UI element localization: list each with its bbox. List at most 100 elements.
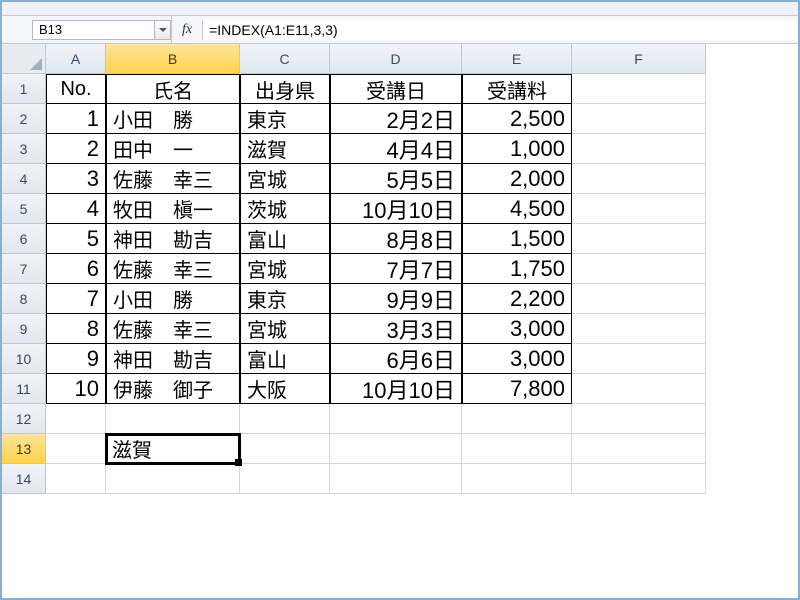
cell-C13[interactable] <box>240 434 330 464</box>
cell-D3[interactable]: 4月4日 <box>330 134 462 164</box>
fx-icon[interactable]: fx <box>178 22 196 38</box>
cell-F1[interactable] <box>572 74 706 104</box>
column-header-F[interactable]: F <box>572 44 706 74</box>
row-header-11[interactable]: 11 <box>2 374 46 404</box>
cell-F9[interactable] <box>572 314 706 344</box>
cell-B5[interactable]: 牧田 槇一 <box>106 194 240 224</box>
name-box-dropdown[interactable] <box>155 20 171 40</box>
cell-E3[interactable]: 1,000 <box>462 134 572 164</box>
column-header-D[interactable]: D <box>330 44 462 74</box>
cell-E1[interactable]: 受講料 <box>462 74 572 104</box>
cell-B11[interactable]: 伊藤 御子 <box>106 374 240 404</box>
cell-C12[interactable] <box>240 404 330 434</box>
cell-A7[interactable]: 6 <box>46 254 106 284</box>
cell-F6[interactable] <box>572 224 706 254</box>
cell-C6[interactable]: 富山 <box>240 224 330 254</box>
cell-D2[interactable]: 2月2日 <box>330 104 462 134</box>
cell-C1[interactable]: 出身県 <box>240 74 330 104</box>
cell-D12[interactable] <box>330 404 462 434</box>
cell-C10[interactable]: 富山 <box>240 344 330 374</box>
cell-D9[interactable]: 3月3日 <box>330 314 462 344</box>
cell-B13[interactable]: 滋賀 <box>106 434 240 464</box>
cell-F10[interactable] <box>572 344 706 374</box>
column-header-E[interactable]: E <box>462 44 572 74</box>
cell-D6[interactable]: 8月8日 <box>330 224 462 254</box>
cell-A11[interactable]: 10 <box>46 374 106 404</box>
row-header-14[interactable]: 14 <box>2 464 46 494</box>
row-header-12[interactable]: 12 <box>2 404 46 434</box>
cell-C5[interactable]: 茨城 <box>240 194 330 224</box>
cell-D5[interactable]: 10月10日 <box>330 194 462 224</box>
cell-C2[interactable]: 東京 <box>240 104 330 134</box>
cell-D1[interactable]: 受講日 <box>330 74 462 104</box>
column-header-A[interactable]: A <box>46 44 106 74</box>
cell-A3[interactable]: 2 <box>46 134 106 164</box>
cell-A14[interactable] <box>46 464 106 494</box>
column-header-C[interactable]: C <box>240 44 330 74</box>
cell-E2[interactable]: 2,500 <box>462 104 572 134</box>
cell-D11[interactable]: 10月10日 <box>330 374 462 404</box>
cell-A1[interactable]: No. <box>46 74 106 104</box>
select-all-corner[interactable] <box>2 44 46 74</box>
cell-E7[interactable]: 1,750 <box>462 254 572 284</box>
cell-D13[interactable] <box>330 434 462 464</box>
cell-A4[interactable]: 3 <box>46 164 106 194</box>
cell-E14[interactable] <box>462 464 572 494</box>
row-header-5[interactable]: 5 <box>2 194 46 224</box>
cell-F2[interactable] <box>572 104 706 134</box>
cell-B6[interactable]: 神田 勘吉 <box>106 224 240 254</box>
cell-A8[interactable]: 7 <box>46 284 106 314</box>
cell-D8[interactable]: 9月9日 <box>330 284 462 314</box>
row-header-1[interactable]: 1 <box>2 74 46 104</box>
cell-A9[interactable]: 8 <box>46 314 106 344</box>
cell-D14[interactable] <box>330 464 462 494</box>
cell-A5[interactable]: 4 <box>46 194 106 224</box>
cell-F3[interactable] <box>572 134 706 164</box>
cell-B8[interactable]: 小田 勝 <box>106 284 240 314</box>
cell-B1[interactable]: 氏名 <box>106 74 240 104</box>
cell-F13[interactable] <box>572 434 706 464</box>
cell-F12[interactable] <box>572 404 706 434</box>
cell-E11[interactable]: 7,800 <box>462 374 572 404</box>
cell-A12[interactable] <box>46 404 106 434</box>
spreadsheet-grid[interactable]: ABCDEF1No.氏名出身県受講日受講料21小田 勝東京2月2日2,50032… <box>2 44 798 494</box>
cell-B3[interactable]: 田中 一 <box>106 134 240 164</box>
cell-B9[interactable]: 佐藤 幸三 <box>106 314 240 344</box>
cell-A10[interactable]: 9 <box>46 344 106 374</box>
column-header-B[interactable]: B <box>106 44 240 74</box>
row-header-2[interactable]: 2 <box>2 104 46 134</box>
cell-E13[interactable] <box>462 434 572 464</box>
cell-F4[interactable] <box>572 164 706 194</box>
formula-input[interactable]: =INDEX(A1:E11,3,3) <box>202 20 798 40</box>
cell-B4[interactable]: 佐藤 幸三 <box>106 164 240 194</box>
cell-B2[interactable]: 小田 勝 <box>106 104 240 134</box>
cell-B10[interactable]: 神田 勘吉 <box>106 344 240 374</box>
cell-D4[interactable]: 5月5日 <box>330 164 462 194</box>
cell-E5[interactable]: 4,500 <box>462 194 572 224</box>
cell-F11[interactable] <box>572 374 706 404</box>
cell-E9[interactable]: 3,000 <box>462 314 572 344</box>
cell-B12[interactable] <box>106 404 240 434</box>
cell-C11[interactable]: 大阪 <box>240 374 330 404</box>
cell-D10[interactable]: 6月6日 <box>330 344 462 374</box>
cell-C3[interactable]: 滋賀 <box>240 134 330 164</box>
row-header-6[interactable]: 6 <box>2 224 46 254</box>
row-header-13[interactable]: 13 <box>2 434 46 464</box>
cell-C7[interactable]: 宮城 <box>240 254 330 284</box>
cell-E8[interactable]: 2,200 <box>462 284 572 314</box>
cell-E6[interactable]: 1,500 <box>462 224 572 254</box>
cell-F5[interactable] <box>572 194 706 224</box>
cell-C9[interactable]: 宮城 <box>240 314 330 344</box>
row-header-9[interactable]: 9 <box>2 314 46 344</box>
cell-C4[interactable]: 宮城 <box>240 164 330 194</box>
cell-F7[interactable] <box>572 254 706 284</box>
cell-D7[interactable]: 7月7日 <box>330 254 462 284</box>
cell-B14[interactable] <box>106 464 240 494</box>
cell-B7[interactable]: 佐藤 幸三 <box>106 254 240 284</box>
cell-C14[interactable] <box>240 464 330 494</box>
cell-A13[interactable] <box>46 434 106 464</box>
row-header-10[interactable]: 10 <box>2 344 46 374</box>
row-header-7[interactable]: 7 <box>2 254 46 284</box>
row-header-4[interactable]: 4 <box>2 164 46 194</box>
row-header-8[interactable]: 8 <box>2 284 46 314</box>
